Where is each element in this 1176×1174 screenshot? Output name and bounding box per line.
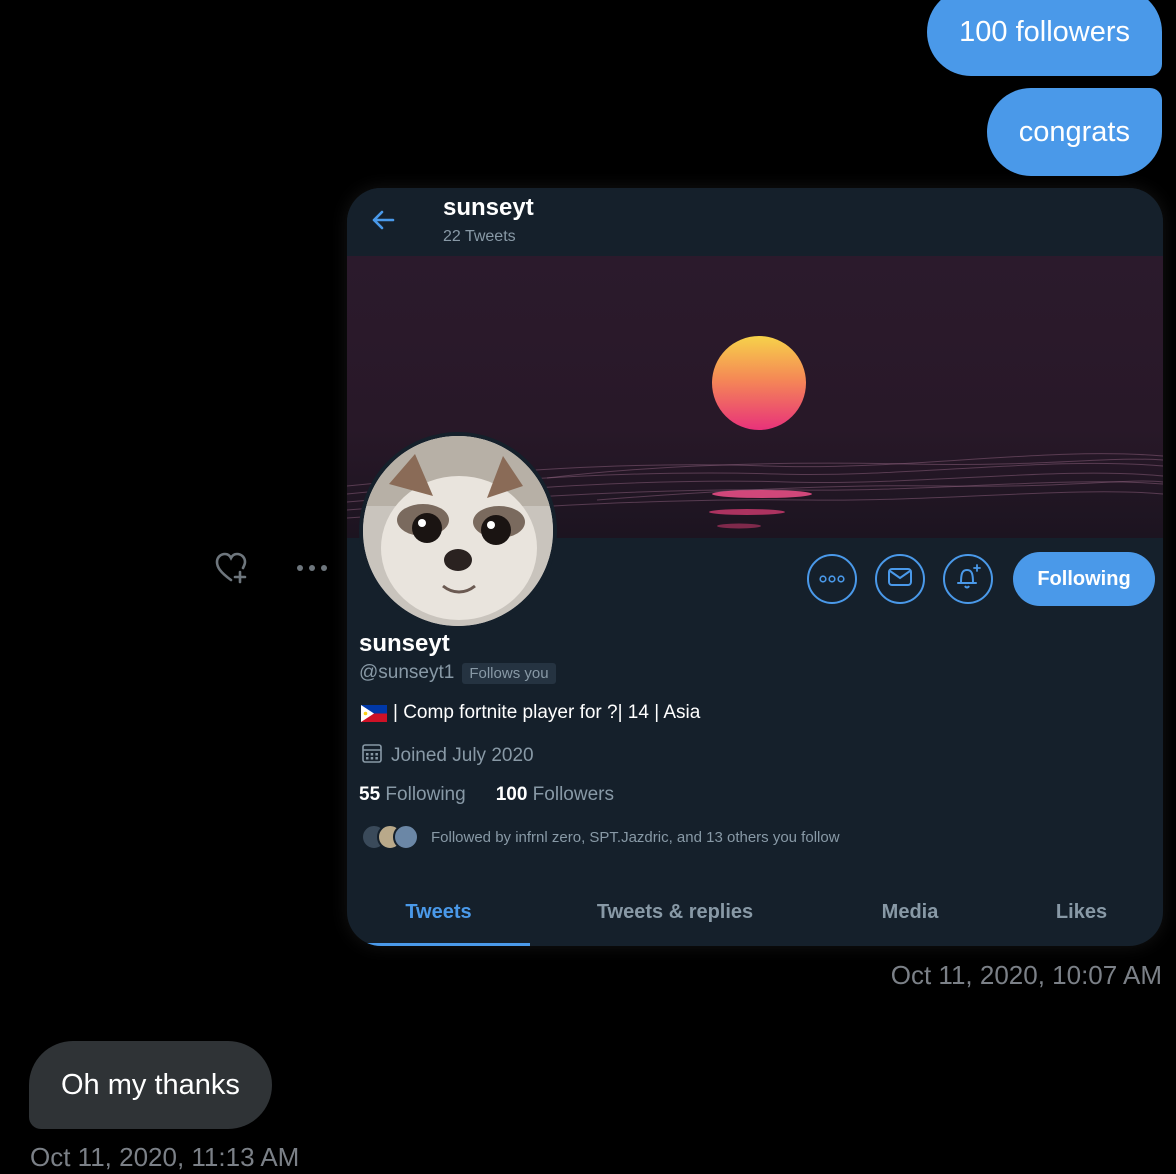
profile-header-bar: sunseyt 22 Tweets (347, 188, 1163, 256)
avatar[interactable] (359, 432, 557, 630)
profile-tabs: Tweets Tweets & replies Media Likes (347, 878, 1163, 946)
profile-name: sunseyt (359, 630, 450, 657)
profile-screenshot-attachment[interactable]: sunseyt 22 Tweets Following sunseyt @sun… (347, 188, 1163, 946)
header-tweet-count: 22 Tweets (443, 228, 516, 245)
notifications-button[interactable] (943, 554, 993, 604)
tab-tweets[interactable]: Tweets (347, 878, 530, 946)
more-circle-icon (819, 570, 845, 588)
bio-text: | Comp fortnite player for ?| 14 | Asia (393, 702, 701, 723)
followers-count: 100 (495, 784, 528, 805)
sent-message-bubble[interactable]: 100 followers (927, 0, 1162, 76)
followed-by-row[interactable]: Followed by infrnl zero, SPT.Jazdric, an… (361, 824, 840, 850)
calendar-icon (361, 742, 383, 770)
heart-plus-icon[interactable] (212, 548, 252, 588)
followers-label: Followers (532, 784, 614, 805)
conversation-view: 100 followers congrats sunseyt 22 Tweets… (0, 0, 1176, 1174)
following-count: 55 (359, 784, 381, 805)
joined-text: Joined July 2020 (391, 745, 534, 766)
followers-count-link[interactable]: 100 Followers (496, 784, 614, 806)
profile-handle: @sunseyt1 (359, 662, 455, 683)
follower-avatars (361, 824, 419, 850)
header-name: sunseyt (443, 194, 534, 221)
followed-by-text: Followed by infrnl zero, SPT.Jazdric, an… (431, 828, 840, 846)
following-button[interactable]: Following (1013, 552, 1155, 606)
sent-message-bubble[interactable]: congrats (986, 88, 1162, 176)
bell-plus-icon (953, 562, 983, 597)
message-button[interactable] (875, 554, 925, 604)
profile-bio: | Comp fortnite player for ?| 14 | Asia (361, 702, 700, 724)
avatar (393, 824, 419, 850)
arrow-left-icon[interactable] (369, 206, 397, 239)
following-count-link[interactable]: 55 Following (359, 784, 466, 806)
following-label: Following (385, 784, 466, 805)
follows-you-badge: Follows you (462, 662, 556, 684)
tab-tweets-and-replies[interactable]: Tweets & replies (530, 878, 820, 946)
joined-date: Joined July 2020 (361, 742, 534, 770)
follow-counts: 55 Following 100 Followers (359, 784, 614, 806)
tab-media[interactable]: Media (820, 878, 1000, 946)
philippines-flag-icon (361, 704, 387, 722)
received-message-bubble[interactable]: Oh my thanks (29, 1041, 272, 1129)
message-text: Oh my thanks (61, 1069, 240, 1101)
handle-row: @sunseyt1 Follows you (359, 662, 556, 684)
message-text: congrats (1018, 116, 1130, 148)
message-actions (212, 548, 332, 588)
sent-timestamp: Oct 11, 2020, 10:07 AM (890, 960, 1162, 990)
tab-likes[interactable]: Likes (1000, 878, 1163, 946)
received-timestamp: Oct 11, 2020, 11:13 AM (30, 1142, 300, 1172)
more-options-button[interactable] (807, 554, 857, 604)
mail-icon (887, 566, 913, 593)
ellipsis-icon[interactable] (292, 548, 332, 588)
message-text: 100 followers (959, 16, 1130, 48)
